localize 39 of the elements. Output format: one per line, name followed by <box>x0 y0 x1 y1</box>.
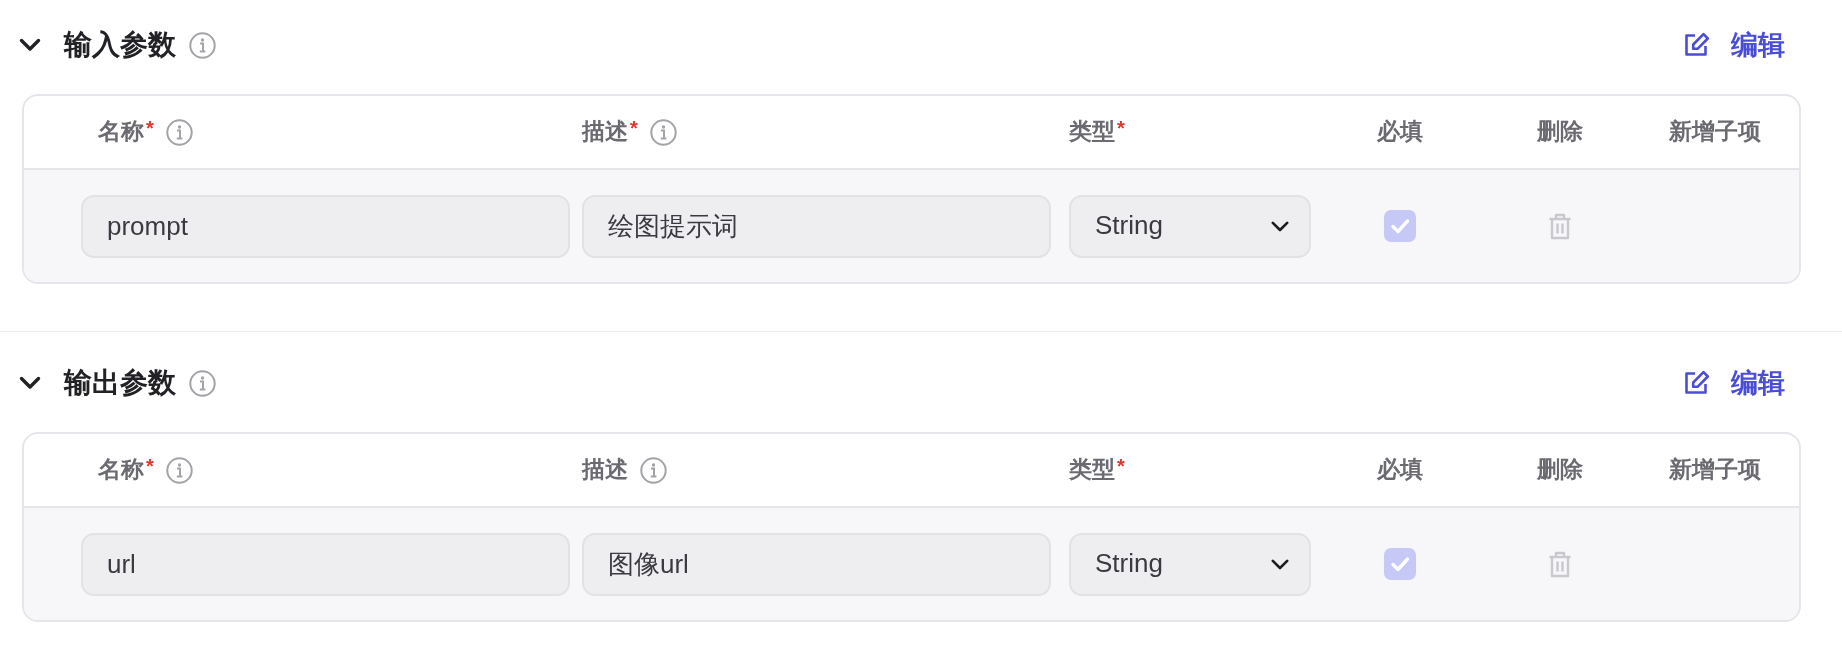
column-header: 必填 <box>1377 456 1423 484</box>
description-input[interactable]: 绘图提示词 <box>582 194 1051 258</box>
column-header: 描述 <box>582 118 628 146</box>
description-input[interactable]: 图像url <box>582 532 1051 596</box>
column-header: 描述 <box>582 456 628 484</box>
name-input[interactable]: url <box>81 532 570 596</box>
section-title: 输出参数 <box>64 366 176 400</box>
edit-icon <box>1684 32 1710 58</box>
required-asterisk: * <box>630 118 638 138</box>
chevron-icon[interactable] <box>19 376 41 390</box>
type-select[interactable]: String <box>1069 194 1311 258</box>
required-asterisk: * <box>146 456 154 476</box>
edit-icon <box>1684 370 1710 396</box>
name-input[interactable]: prompt <box>81 194 570 258</box>
column-header: 名称 <box>98 118 144 146</box>
column-header: 类型 <box>1069 118 1115 146</box>
info-icon[interactable] <box>640 456 667 484</box>
column-header: 删除 <box>1537 456 1583 484</box>
info-icon[interactable] <box>165 456 193 484</box>
column-header: 新增子项 <box>1669 456 1761 484</box>
column-header: 必填 <box>1377 118 1423 146</box>
column-header: 名称 <box>98 456 144 484</box>
chevron-icon <box>1271 220 1289 232</box>
column-header: 类型 <box>1069 456 1115 484</box>
required-asterisk: * <box>146 118 154 138</box>
required-asterisk: * <box>1117 118 1125 138</box>
column-header: 删除 <box>1537 118 1583 146</box>
edit-button[interactable]: 编辑 <box>1684 28 1785 62</box>
chevron-icon[interactable] <box>19 38 41 52</box>
info-icon[interactable] <box>189 369 216 397</box>
edit-button[interactable]: 编辑 <box>1684 366 1785 400</box>
info-icon[interactable] <box>189 31 216 59</box>
info-icon[interactable] <box>649 118 677 146</box>
chevron-icon <box>1271 558 1289 570</box>
required-asterisk: * <box>1117 456 1125 476</box>
section-title: 输入参数 <box>64 28 176 62</box>
info-icon[interactable] <box>165 118 193 146</box>
type-select[interactable]: String <box>1069 532 1311 596</box>
column-header: 新增子项 <box>1669 118 1761 146</box>
